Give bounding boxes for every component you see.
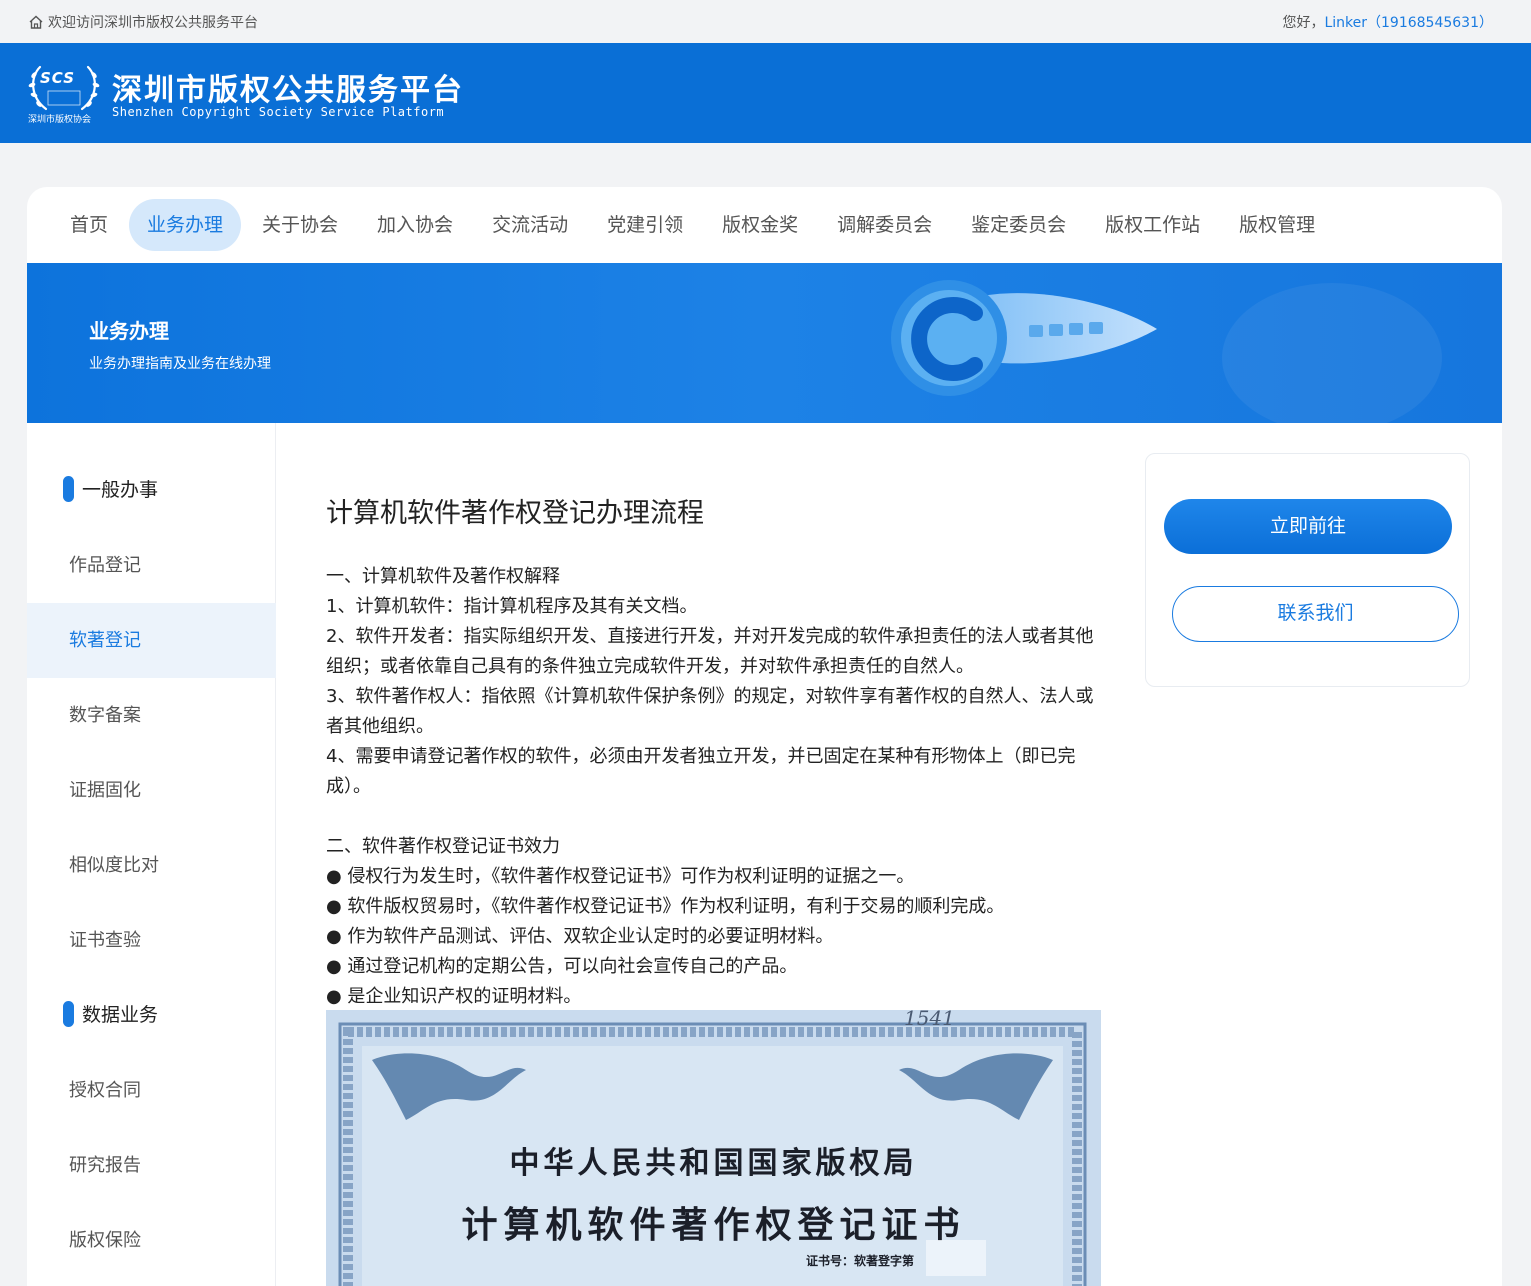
banner-subtitle: 业务办理指南及业务在线办理 (89, 356, 271, 372)
bullet-item: ● 作为软件产品测试、评估、双软企业认定时的必要证明材料。 (326, 926, 834, 947)
site-title: 深圳市版权公共服务平台 (112, 73, 464, 108)
nav-item-business[interactable]: 业务办理 (129, 199, 242, 251)
nav-item-home[interactable]: 首页 (52, 199, 126, 251)
article-title: 计算机软件著作权登记办理流程 (326, 498, 704, 529)
nav-item-mediation[interactable]: 调解委员会 (819, 199, 950, 251)
sidebar-item-work-registration[interactable]: 作品登记 (27, 528, 276, 603)
nav-item-join[interactable]: 加入协会 (359, 199, 471, 251)
site-logo[interactable]: SCS 深圳市版权协会 (26, 59, 102, 127)
site-subtitle: Shenzhen Copyright Society Service Platf… (112, 105, 445, 119)
nav-item-awards[interactable]: 版权金奖 (704, 199, 816, 251)
user-account-link[interactable]: Linker（19168545631） (1324, 15, 1493, 31)
logo-association-text: 深圳市版权协会 (28, 115, 92, 125)
main-nav: 首页 业务办理 关于协会 加入协会 交流活动 党建引领 版权金奖 调解委员会 鉴… (27, 187, 1502, 263)
bullet-item: ● 侵权行为发生时，《软件著作权登记证书》可作为权利证明的证据之一。 (326, 866, 915, 887)
certificate-handwriting: 1541 (904, 1010, 955, 1030)
action-panel: 立即前往 联系我们 (1145, 453, 1470, 687)
greeting-prefix: 您好， (1282, 15, 1325, 31)
bullet-item: ● 通过登记机构的定期公告，可以向社会宣传自己的产品。 (326, 956, 798, 977)
paragraph: 4、需要申请登记著作权的软件，必须由开发者独立开发，并已固定在某种有形物体上（即… (326, 746, 1076, 797)
content-area: 一般办事 作品登记 软著登记 数字备案 证据固化 相似度比对 证书查验 数据业务… (27, 423, 1502, 1286)
section-heading: 一、计算机软件及著作权解释 (326, 566, 560, 587)
paragraph: 3、软件著作权人：指依照《计算机软件保护条例》的规定，对软件享有著作权的自然人、… (326, 686, 1094, 737)
section-heading: 二、软件著作权登记证书效力 (326, 836, 560, 857)
page-banner: 业务办理 业务办理指南及业务在线办理 (27, 263, 1502, 423)
sidebar-group-data: 数据业务 (63, 1000, 158, 1027)
certificate-issuer: 中华人民共和国国家版权局 (509, 1146, 918, 1181)
sidebar-item-software-registration[interactable]: 软著登记 (27, 603, 276, 678)
bullet-item: ● 是企业知识产权的证明材料。 (326, 986, 582, 1007)
nav-item-appraisal[interactable]: 鉴定委员会 (953, 199, 1084, 251)
banner-title: 业务办理 (89, 319, 169, 343)
sidebar-item-digital-filing[interactable]: 数字备案 (27, 678, 276, 753)
welcome-message: 欢迎访问深圳市版权公共服务平台 (28, 12, 258, 32)
certificate-image: 1541 中华人民共和国国家版权局 计算机软件著作权登记证书 证书号：软著登字第 (326, 1010, 1101, 1286)
bullet-item: ● 软件版权贸易时，《软件著作权登记证书》作为权利证明，有利于交易的顺利完成。 (326, 896, 1005, 917)
nav-item-workstation[interactable]: 版权工作站 (1087, 199, 1218, 251)
nav-item-management[interactable]: 版权管理 (1221, 199, 1333, 251)
sidebar-group-label: 数据业务 (82, 1004, 159, 1026)
paragraph: 2、软件开发者：指实际组织开发、直接进行开发，并对开发完成的软件承担责任的法人或… (326, 626, 1094, 677)
go-now-button[interactable]: 立即前往 (1164, 499, 1452, 554)
sidebar-item-license-contract[interactable]: 授权合同 (27, 1053, 276, 1128)
group-marker-icon (63, 475, 74, 502)
top-utility-bar: 欢迎访问深圳市版权公共服务平台 您好，Linker（19168545631） (0, 0, 1531, 43)
main-card: 首页 业务办理 关于协会 加入协会 交流活动 党建引领 版权金奖 调解委员会 鉴… (27, 187, 1502, 1286)
sidebar: 一般办事 作品登记 软著登记 数字备案 证据固化 相似度比对 证书查验 数据业务… (27, 423, 276, 1286)
site-header: SCS 深圳市版权协会 深圳市版权公共服务平台 Shenzhen Copyrig… (0, 43, 1531, 143)
paragraph: 1、计算机软件：指计算机程序及其有关文档。 (326, 596, 698, 617)
logo-scs-text: SCS (40, 69, 76, 87)
welcome-text: 欢迎访问深圳市版权公共服务平台 (48, 15, 258, 31)
sidebar-group-label: 一般办事 (82, 479, 159, 501)
certificate-number-redaction (926, 1240, 986, 1276)
contact-us-button[interactable]: 联系我们 (1172, 586, 1459, 642)
certificate-number-label: 证书号：软著登字第 (806, 1254, 915, 1268)
copyright-rocket-icon (891, 280, 1157, 396)
sidebar-group-general: 一般办事 (63, 475, 158, 502)
sidebar-item-cert-verify[interactable]: 证书查验 (27, 903, 276, 978)
group-marker-icon (63, 1000, 74, 1027)
sidebar-item-evidence[interactable]: 证据固化 (27, 753, 276, 828)
sidebar-item-similarity[interactable]: 相似度比对 (27, 828, 276, 903)
user-greeting: 您好，Linker（19168545631） (1282, 12, 1493, 32)
home-icon (29, 15, 43, 29)
sidebar-item-insurance[interactable]: 版权保险 (27, 1203, 276, 1278)
nav-item-events[interactable]: 交流活动 (474, 199, 586, 251)
article-body: 一、计算机软件及著作权解释 1、计算机软件：指计算机程序及其有关文档。 2、软件… (326, 562, 1101, 1012)
nav-item-party[interactable]: 党建引领 (589, 199, 701, 251)
banner-decoration (1222, 283, 1442, 423)
sidebar-item-research-report[interactable]: 研究报告 (27, 1128, 276, 1203)
nav-item-about[interactable]: 关于协会 (244, 199, 356, 251)
